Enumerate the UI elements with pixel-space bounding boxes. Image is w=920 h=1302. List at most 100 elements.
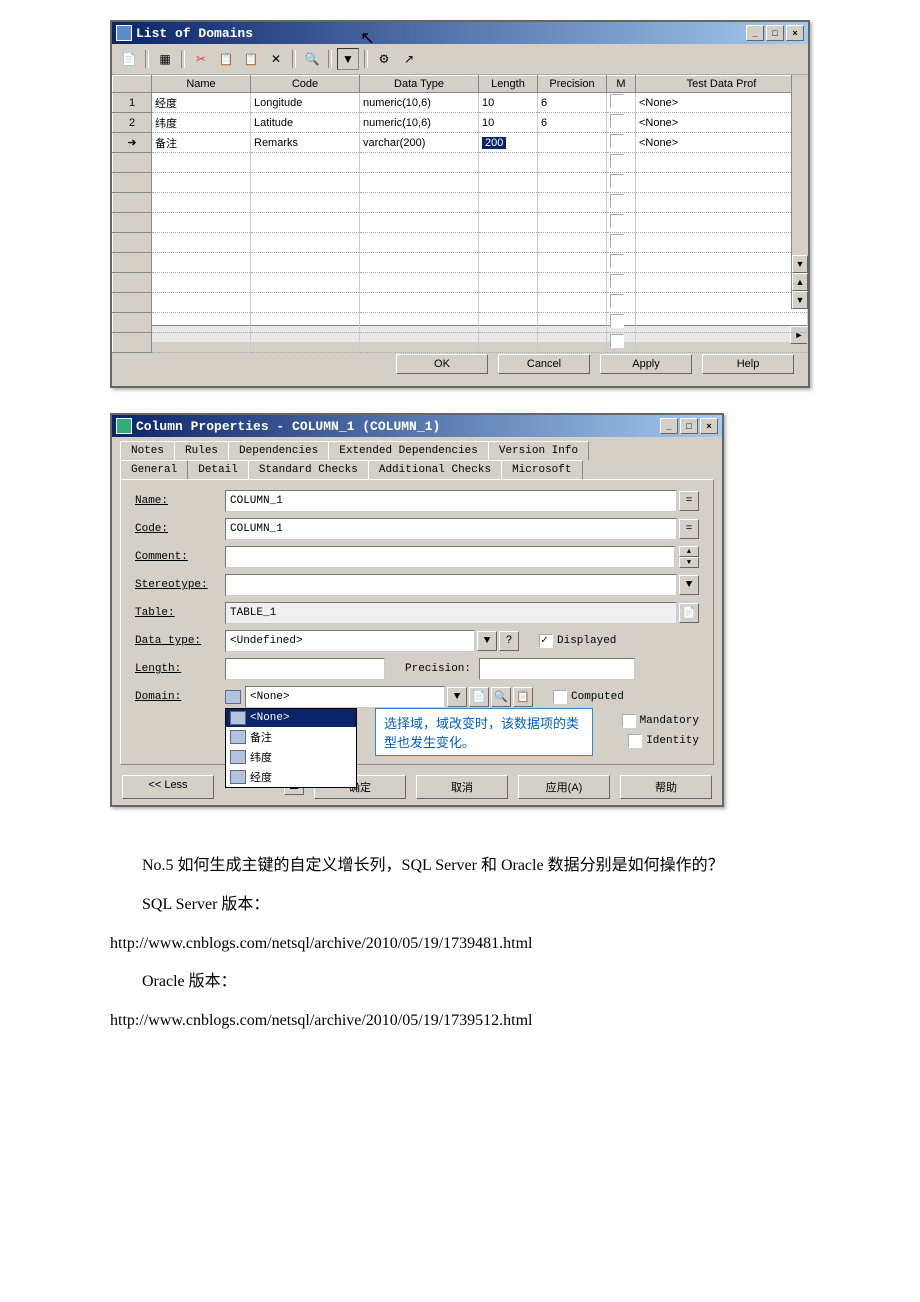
col-rownum[interactable] (113, 76, 152, 93)
table-row[interactable]: ➜备注Remarksvarchar(200)200<None> (113, 133, 808, 153)
datatype-field[interactable] (225, 630, 475, 652)
close-button[interactable]: × (786, 25, 804, 41)
code-field[interactable] (225, 518, 677, 540)
computed-checkbox[interactable]: Computed (553, 690, 624, 704)
domain-dropdown-list[interactable]: <None> 备注 纬度 经度 (225, 708, 357, 788)
domain-dropdown-button[interactable]: ▼ (447, 687, 467, 707)
column-properties-window: Column Properties - COLUMN_1 (COLUMN_1) … (110, 413, 724, 807)
domains-grid[interactable]: Name Code Data Type Length Precision M T… (112, 75, 808, 325)
close-button[interactable]: × (700, 418, 718, 434)
stereotype-label: Stereotype: (135, 579, 225, 591)
tab-microsoft[interactable]: Microsoft (501, 460, 582, 479)
table-row[interactable]: 1经度Longitudenumeric(10,6)106<None> (113, 93, 808, 113)
tool-icon[interactable]: ⚙ (373, 48, 395, 70)
app-icon (116, 418, 132, 434)
domain-option[interactable]: 纬度 (226, 747, 356, 767)
domain-field[interactable] (245, 686, 445, 708)
maximize-button[interactable]: □ (680, 418, 698, 434)
table-row[interactable]: 2纬度Latitudenumeric(10,6)106<None> (113, 113, 808, 133)
vertical-scrollbar[interactable]: ▼ ▲ ▼ (791, 75, 808, 309)
tab-detail[interactable]: Detail (187, 460, 249, 479)
length-label: Length: (135, 663, 225, 675)
domain-option[interactable]: 经度 (226, 767, 356, 787)
paragraph: No.5 如何生成主键的自定义增长列，SQL Server 和 Oracle 数… (110, 852, 810, 881)
scroll-bottom-icon[interactable]: ▼ (792, 291, 808, 309)
toolbar: 📄 ▦ ✂ 📋 📋 ✕ 🔍 ▼ ⚙ ↗ (112, 44, 808, 75)
table-field (225, 602, 677, 624)
less-button[interactable]: << Less (122, 775, 214, 799)
domain-icon (225, 690, 241, 704)
col-length[interactable]: Length (479, 76, 538, 93)
tab-version-info[interactable]: Version Info (488, 441, 589, 460)
precision-label: Precision: (405, 663, 471, 675)
comment-up-button[interactable]: ▲ (679, 546, 699, 557)
copy-icon[interactable]: 📋 (215, 48, 237, 70)
name-sync-button[interactable]: = (679, 491, 699, 511)
cut-icon[interactable]: ✂ (190, 48, 212, 70)
identity-checkbox[interactable]: Identity (628, 734, 699, 748)
domain-option[interactable]: 备注 (226, 727, 356, 747)
comment-down-button[interactable]: ▼ (679, 557, 699, 568)
domain-btn1[interactable]: 📄 (469, 687, 489, 707)
tab-row-bottom: General Detail Standard Checks Additiona… (112, 460, 722, 479)
col-datatype[interactable]: Data Type (360, 76, 479, 93)
domain-btn2[interactable]: 🔍 (491, 687, 511, 707)
paragraph: Oracle 版本： (110, 968, 810, 997)
datatype-help-button[interactable]: ? (499, 631, 519, 651)
datatype-label: Data type: (135, 635, 225, 647)
stereotype-field[interactable] (225, 574, 677, 596)
comment-field[interactable] (225, 546, 675, 568)
tab-standard-checks[interactable]: Standard Checks (248, 460, 369, 479)
col-code[interactable]: Code (251, 76, 360, 93)
apply-button[interactable]: 应用(A) (518, 775, 610, 799)
length-field[interactable] (225, 658, 385, 680)
maximize-button[interactable]: □ (766, 25, 784, 41)
new-icon[interactable]: 📄 (118, 48, 140, 70)
precision-field[interactable] (479, 658, 635, 680)
list-of-domains-window: List of Domains _ □ × ↖ 📄 ▦ ✂ 📋 📋 ✕ 🔍 ▼ … (110, 20, 810, 388)
tab-ext-dependencies[interactable]: Extended Dependencies (328, 441, 489, 460)
app-icon (116, 25, 132, 41)
titlebar: Column Properties - COLUMN_1 (COLUMN_1) … (112, 415, 722, 437)
help-button[interactable]: Help (702, 354, 794, 374)
tab-notes[interactable]: Notes (120, 441, 175, 460)
scroll-down-icon[interactable]: ▼ (792, 255, 808, 273)
domain-btn3[interactable]: 📋 (513, 687, 533, 707)
grid-icon[interactable]: ▦ (154, 48, 176, 70)
scroll-top-icon[interactable]: ▲ (792, 273, 808, 291)
col-precision[interactable]: Precision (538, 76, 607, 93)
minimize-button[interactable]: _ (746, 25, 764, 41)
col-m[interactable]: M (607, 76, 636, 93)
cancel-button[interactable]: 取消 (416, 775, 508, 799)
stereotype-dropdown-button[interactable]: ▼ (679, 575, 699, 595)
paste-icon[interactable]: 📋 (240, 48, 262, 70)
ok-button[interactable]: OK (396, 354, 488, 374)
titlebar: List of Domains _ □ × (112, 22, 808, 44)
tab-row-top: Notes Rules Dependencies Extended Depend… (112, 437, 722, 460)
find-icon[interactable]: 🔍 (301, 48, 323, 70)
table-browse-button[interactable]: 📄 (679, 603, 699, 623)
domain-option-none[interactable]: <None> (226, 709, 356, 727)
callout-tooltip: 选择域，域改变时，该数据项的类型也发生变化。 (375, 708, 593, 756)
tab-general[interactable]: General (120, 460, 188, 480)
tab-content: Name: = Code: = Comment: ▲ ▼ Stereotype:… (120, 479, 714, 765)
tab-rules[interactable]: Rules (174, 441, 229, 460)
col-name[interactable]: Name (152, 76, 251, 93)
apply-button[interactable]: Apply (600, 354, 692, 374)
mandatory-checkbox[interactable]: Mandatory (622, 714, 699, 728)
export-icon[interactable]: ↗ (398, 48, 420, 70)
code-sync-button[interactable]: = (679, 519, 699, 539)
datatype-dropdown-button[interactable]: ▼ (477, 631, 497, 651)
tab-dependencies[interactable]: Dependencies (228, 441, 329, 460)
col-testdata[interactable]: Test Data Prof (636, 76, 808, 93)
minimize-button[interactable]: _ (660, 418, 678, 434)
cancel-button[interactable]: Cancel (498, 354, 590, 374)
window-title: List of Domains (136, 26, 746, 41)
tab-additional-checks[interactable]: Additional Checks (368, 460, 502, 479)
help-button[interactable]: 帮助 (620, 775, 712, 799)
delete-icon[interactable]: ✕ (265, 48, 287, 70)
name-field[interactable] (225, 490, 677, 512)
displayed-checkbox[interactable]: ✓Displayed (539, 634, 616, 648)
url-text: http://www.cnblogs.com/netsql/archive/20… (110, 1007, 810, 1036)
filter-icon[interactable]: ▼ (337, 48, 359, 70)
